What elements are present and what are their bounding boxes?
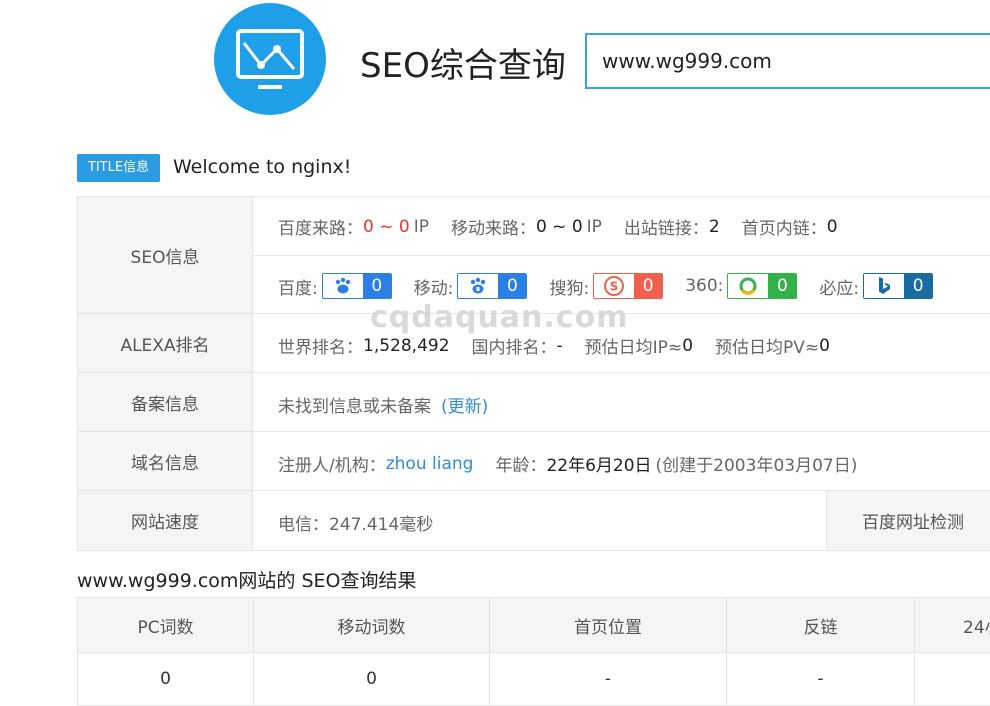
so360-weight-value: 0 — [768, 274, 796, 298]
24h-value — [915, 653, 990, 706]
results-heading: www.wg999.com网站的 SEO查询结果 — [77, 566, 416, 593]
domain-info-line: 注册人/机构： zhou liang 年龄： 22年6月20日 (创建于2003… — [278, 451, 857, 476]
outbound-links-label: 出站链接： — [624, 214, 709, 239]
domestic-rank-value: - — [557, 336, 563, 356]
mobile-weight-value: 0 — [498, 274, 526, 298]
seo-traffic-line: 百度来路： 0 ~ 0 IP 移动来路： 0 ~ 0 IP 出站链接： 2 首页… — [278, 214, 838, 239]
engine-label-sogou: 搜狗: — [549, 274, 589, 299]
col-homepage-position: 首页位置 — [490, 598, 727, 653]
baidu-traffic-unit: IP — [414, 217, 429, 237]
baidu-url-check-button[interactable]: 百度网址检测 — [826, 491, 990, 550]
world-rank-label: 世界排名： — [278, 333, 363, 358]
daily-ip-label: 预估日均IP≈ — [585, 333, 683, 358]
icp-status-text: 未找到信息或未备案 — [278, 392, 431, 417]
site-title-text: Welcome to nginx! — [173, 156, 351, 178]
domestic-rank-label: 国内排名： — [472, 333, 557, 358]
engine-label-360: 360: — [685, 276, 723, 296]
domain-info-row: 域名信息 注册人/机构： zhou liang 年龄： 22年6月20日 (创建… — [77, 431, 990, 491]
baidu-traffic-label: 百度来路： — [278, 214, 363, 239]
alexa-line: 世界排名： 1,528,492 国内排名： - 预估日均IP≈ 0 预估日均PV… — [278, 333, 830, 358]
domain-info-label: 域名信息 — [77, 432, 253, 491]
daily-ip-value: 0 — [682, 336, 693, 356]
bing-weight-value: 0 — [904, 274, 932, 298]
homepage-position-value: - — [490, 653, 727, 706]
speed-row: 网站速度 电信：247.414毫秒 百度网址检测 — [77, 490, 990, 551]
baidu-paw-icon — [323, 274, 363, 298]
mobile-weight-badge[interactable]: 0 — [457, 273, 527, 299]
baidu-mobile-paw-icon — [458, 274, 498, 298]
seo-info-row: SEO信息 百度来路： 0 ~ 0 IP 移动来路： 0 ~ 0 IP 出站链接… — [77, 196, 990, 314]
internal-links-label: 首页内链： — [742, 214, 827, 239]
sogou-weight-badge[interactable]: S 0 — [593, 273, 663, 299]
domain-age-label: 年龄： — [495, 451, 546, 476]
so360-weight-badge[interactable]: 0 — [727, 273, 797, 299]
registrant-link[interactable]: zhou liang — [386, 454, 474, 474]
backlinks-value: - — [727, 653, 915, 706]
icp-line: 未找到信息或未备案 (更新) — [278, 392, 488, 417]
engine-label-bing: 必应: — [819, 274, 859, 299]
speed-label: 网站速度 — [77, 491, 253, 550]
so360-icon — [728, 274, 768, 298]
title-info-badge: TITLE信息 — [77, 154, 160, 182]
engine-label-mobile: 移动: — [414, 274, 454, 299]
baidu-traffic-value: 0 ~ 0 — [363, 217, 410, 237]
sogou-icon: S — [594, 274, 634, 298]
sogou-weight-value: 0 — [634, 274, 662, 298]
site-logo — [214, 3, 326, 115]
icp-label: 备案信息 — [77, 373, 253, 432]
daily-pv-value: 0 — [819, 336, 830, 356]
col-24h: 24小 — [915, 598, 990, 653]
engine-label-baidu: 百度: — [278, 274, 318, 299]
monitor-chart-icon — [214, 3, 326, 115]
col-mobile-keywords: 移动词数 — [254, 598, 490, 653]
alexa-label: ALEXA排名 — [77, 314, 253, 373]
registrant-label: 注册人/机构： — [278, 451, 386, 476]
results-header-row: PC词数 移动词数 首页位置 反链 24小 — [78, 598, 990, 653]
speed-text: 电信：247.414毫秒 — [278, 510, 433, 535]
bing-weight-badge[interactable]: 0 — [863, 273, 933, 299]
domain-age-value: 22年6月20日 — [546, 451, 651, 476]
watermark: cqdaquan.com — [370, 300, 628, 335]
seo-info-label: SEO信息 — [77, 197, 253, 314]
outbound-links-value: 2 — [709, 217, 720, 237]
baidu-weight-badge[interactable]: 0 — [322, 273, 392, 299]
engine-weights-line: 百度: 0 移动: 0 搜狗: S 0 360: — [278, 273, 933, 299]
col-pc-keywords: PC词数 — [78, 598, 254, 653]
col-backlinks: 反链 — [727, 598, 915, 653]
domain-search-input[interactable] — [585, 33, 990, 89]
mobile-traffic-unit: IP — [587, 217, 602, 237]
mobile-traffic-label: 移动来路： — [451, 214, 536, 239]
icp-row: 备案信息 未找到信息或未备案 (更新) — [77, 372, 990, 432]
world-rank-value: 1,528,492 — [363, 336, 450, 356]
table-row: 0 0 - - — [78, 653, 990, 706]
svg-text:S: S — [610, 280, 619, 294]
bing-icon — [864, 274, 904, 298]
page-title: SEO综合查询 — [360, 38, 566, 87]
pc-keywords-value: 0 — [78, 653, 254, 706]
baidu-weight-value: 0 — [363, 274, 391, 298]
daily-pv-label: 预估日均PV≈ — [715, 333, 819, 358]
icp-update-link[interactable]: (更新) — [441, 392, 488, 417]
internal-links-value: 0 — [827, 217, 838, 237]
mobile-keywords-value: 0 — [254, 653, 490, 706]
results-table: PC词数 移动词数 首页位置 反链 24小 0 0 - - — [77, 597, 990, 706]
mobile-traffic-value: 0 ~ 0 — [536, 217, 583, 237]
domain-created-date: (创建于2003年03月07日) — [656, 451, 858, 476]
